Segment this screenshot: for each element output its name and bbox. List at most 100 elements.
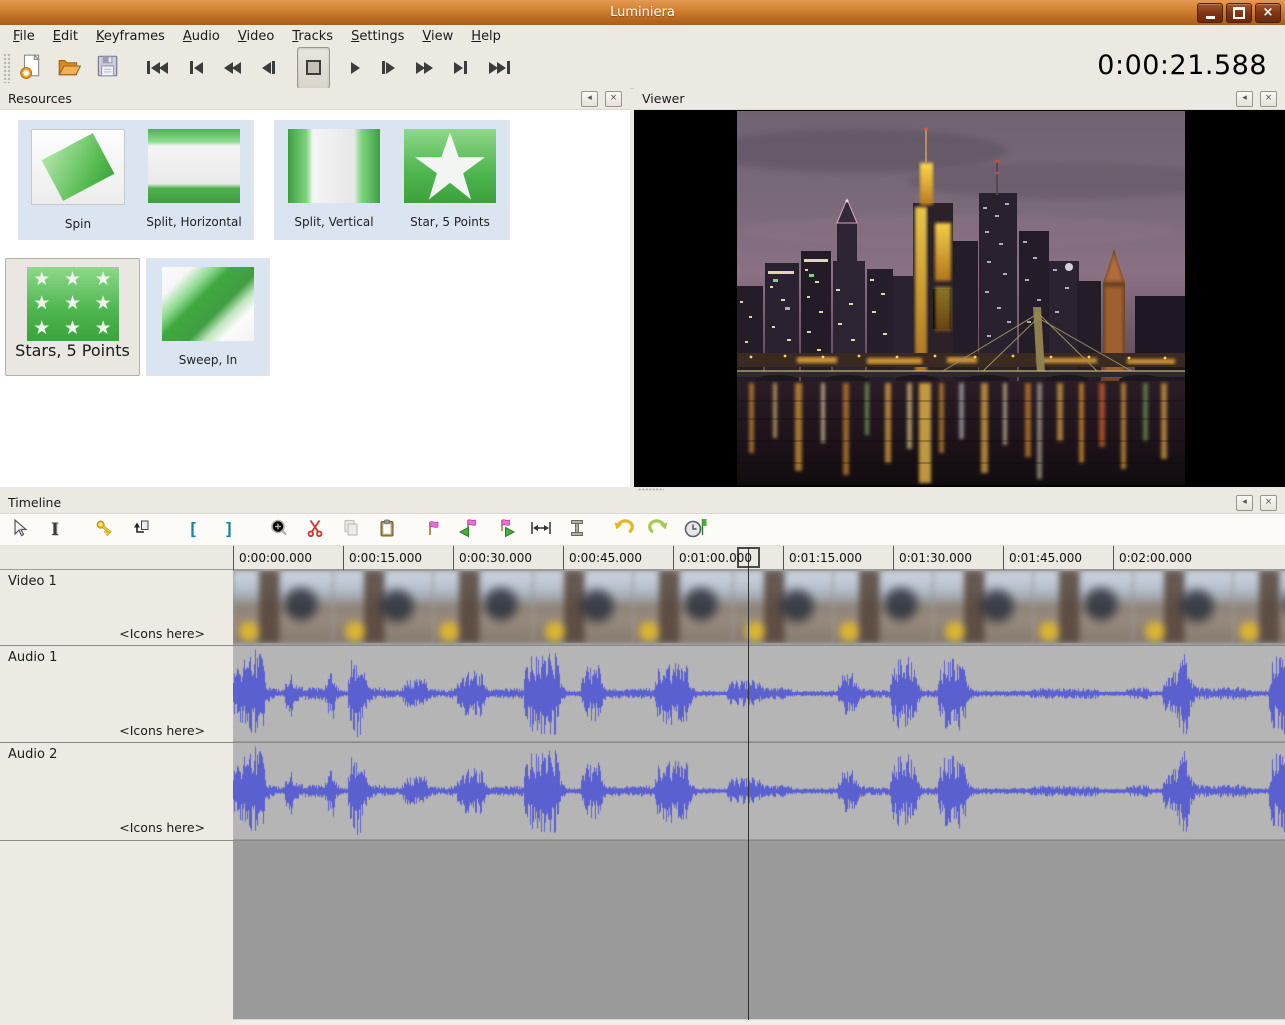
titlebar[interactable]: Luminiera × <box>0 0 1285 25</box>
timeline-title: Timeline <box>8 495 61 510</box>
menu-help[interactable]: Help <box>462 27 510 46</box>
track-header-column: Video 1 <Icons here> Audio 1 <Icons here… <box>0 570 233 1025</box>
resource-item-split-horizontal[interactable]: Split, Horizontal <box>136 129 252 231</box>
close-button[interactable]: × <box>1255 3 1281 23</box>
mark-out-button[interactable]: ] <box>218 519 240 541</box>
resource-label: Stars, 5 Points <box>15 341 130 360</box>
stop-button[interactable] <box>297 47 330 89</box>
video-thumbnail <box>633 571 733 643</box>
skip-to-end-icon <box>489 61 511 74</box>
minimize-button[interactable] <box>1197 3 1223 23</box>
menu-tracks[interactable]: Tracks <box>283 27 342 46</box>
menu-view[interactable]: View <box>413 27 462 46</box>
resize-tool-button[interactable] <box>130 519 152 541</box>
open-project-button[interactable] <box>52 51 86 85</box>
track-separator <box>0 645 1285 646</box>
menu-file[interactable]: File <box>4 27 44 46</box>
video-thumbnail <box>233 571 333 643</box>
resources-title: Resources <box>8 91 72 106</box>
pointer-icon <box>9 518 29 542</box>
close-icon: × <box>1265 498 1273 507</box>
track-name: Audio 2 <box>8 747 57 762</box>
viewer-header: Viewer ◂ × <box>634 88 1285 110</box>
track-name: Audio 1 <box>8 650 57 665</box>
next-section-button[interactable] <box>454 53 468 83</box>
add-marker-button[interactable] <box>422 519 444 541</box>
timeline-ruler[interactable]: 0:00:00.0000:00:15.0000:00:30.0000:00:45… <box>0 546 1285 570</box>
skip-to-start-button[interactable] <box>146 53 168 83</box>
new-project-button[interactable] <box>14 51 48 85</box>
ruler-tick-label: 0:01:00.000 <box>673 546 752 570</box>
razor-tool-button[interactable]: I <box>44 519 66 541</box>
select-tool-button[interactable] <box>8 519 30 541</box>
fast-forward-icon <box>416 62 433 74</box>
previous-marker-button[interactable] <box>458 519 480 541</box>
undo-icon <box>612 517 634 543</box>
split-vertical-thumbnail-icon <box>288 129 380 203</box>
detach-icon: ◂ <box>587 94 592 103</box>
next-section-icon <box>454 61 468 74</box>
resources-panel: Resources ◂ × Spin Split, Horizontal Spl… <box>0 88 630 487</box>
paste-button[interactable] <box>376 519 398 541</box>
copy-button[interactable] <box>340 519 362 541</box>
viewer-detach-button[interactable]: ◂ <box>1236 91 1253 107</box>
splitter-grip-icon <box>638 488 664 491</box>
skip-to-end-button[interactable] <box>489 53 511 83</box>
play-timer-button[interactable] <box>684 519 706 541</box>
star-thumbnail-icon <box>404 129 496 203</box>
video-clip[interactable] <box>233 571 1285 643</box>
viewer-title: Viewer <box>642 91 685 106</box>
resources-close-button[interactable]: × <box>605 91 622 107</box>
previous-section-button[interactable] <box>189 53 203 83</box>
stars-thumbnail-icon: ★★★ ★★★ ★★★ <box>27 267 119 341</box>
undo-button[interactable] <box>612 519 634 541</box>
play-button[interactable] <box>351 53 360 83</box>
resource-item-star-5-points[interactable]: Star, 5 Points <box>392 129 508 231</box>
fit-timeline-button[interactable] <box>530 519 552 541</box>
snap-tool-button[interactable] <box>566 519 588 541</box>
playhead-line[interactable] <box>748 547 749 1020</box>
save-project-button[interactable] <box>90 51 124 85</box>
mark-in-button[interactable]: [ <box>182 519 204 541</box>
resource-item-stars-5-points-selected[interactable]: ★★★ ★★★ ★★★ Stars, 5 Points <box>5 258 140 376</box>
resource-item-sweep-in[interactable]: Sweep, In <box>150 267 266 367</box>
resource-item-spin[interactable]: Spin <box>20 129 136 231</box>
resources-detach-button[interactable]: ◂ <box>581 91 598 107</box>
track-header-video1: Video 1 <Icons here> <box>0 570 233 645</box>
ruler-tick-label: 0:00:00.000 <box>233 546 312 570</box>
horizontal-scrollbar[interactable] <box>233 1019 1285 1025</box>
audio-clip-2[interactable] <box>233 743 1285 839</box>
new-project-icon <box>18 53 44 83</box>
resource-item-split-vertical[interactable]: Split, Vertical <box>276 129 392 231</box>
viewer-close-button[interactable]: × <box>1260 91 1277 107</box>
next-marker-button[interactable] <box>494 519 516 541</box>
frame-back-button[interactable] <box>262 53 276 83</box>
ruler-tick-label: 0:01:45.000 <box>1003 546 1082 570</box>
redo-icon <box>648 517 670 543</box>
clock-icon <box>683 517 707 543</box>
frame-forward-button[interactable] <box>381 53 395 83</box>
resource-group: Spin Split, Horizontal <box>18 120 254 240</box>
audio-clip-1[interactable] <box>233 646 1285 741</box>
timeline-detach-button[interactable]: ◂ <box>1236 495 1253 511</box>
toolbar-grip[interactable] <box>3 53 10 83</box>
timeline-close-button[interactable]: × <box>1260 495 1277 511</box>
keyframe-tool-button[interactable] <box>94 519 116 541</box>
maximize-button[interactable] <box>1226 3 1252 23</box>
redo-button[interactable] <box>648 519 670 541</box>
close-icon: × <box>1265 94 1273 103</box>
menu-settings[interactable]: Settings <box>342 27 413 46</box>
menu-edit[interactable]: Edit <box>44 27 87 46</box>
menu-keyframes[interactable]: Keyframes <box>87 27 174 46</box>
resource-group: Sweep, In <box>146 258 270 376</box>
cut-button[interactable] <box>304 519 326 541</box>
menu-audio[interactable]: Audio <box>174 27 229 46</box>
menu-video[interactable]: Video <box>229 27 283 46</box>
window-controls: × <box>1197 3 1281 23</box>
fast-forward-button[interactable] <box>416 53 433 83</box>
zoom-tool-button[interactable] <box>268 519 290 541</box>
stop-icon <box>306 60 321 75</box>
menubar: File Edit Keyframes Audio Video Tracks S… <box>0 25 1285 48</box>
rewind-button[interactable] <box>224 53 241 83</box>
track-header-audio2: Audio 2 <Icons here> <box>0 743 233 839</box>
